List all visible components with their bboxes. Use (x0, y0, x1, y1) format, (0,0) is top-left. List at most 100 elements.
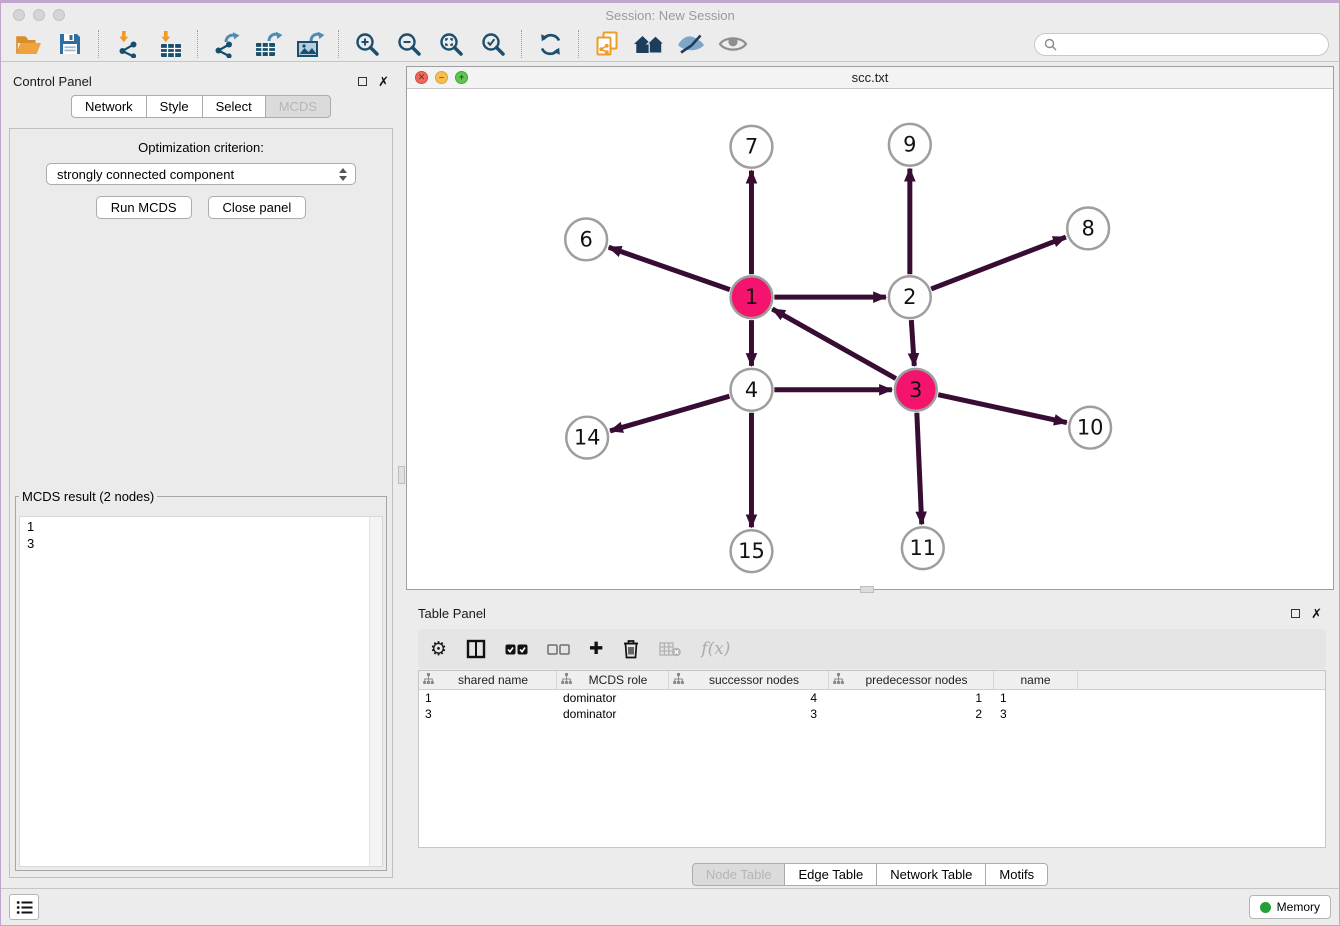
graph-edge-2-3[interactable] (911, 320, 914, 366)
float-panel-icon[interactable] (358, 77, 367, 86)
cell-predecessor-nodes[interactable]: 1 (829, 690, 994, 706)
canvas-resize-grip[interactable] (860, 586, 874, 593)
cell-shared-name[interactable]: 3 (419, 706, 557, 722)
tree-column-icon (561, 673, 572, 687)
tab-mcds[interactable]: MCDS (265, 95, 331, 118)
criterion-select[interactable]: strongly connected component (46, 163, 356, 185)
gear-icon[interactable]: ⚙ (430, 640, 447, 659)
optimization-label: Optimization criterion: (10, 140, 392, 155)
network-window-title: scc.txt (407, 70, 1333, 85)
double-home-icon (634, 33, 664, 55)
table-tab-motifs[interactable]: Motifs (985, 863, 1048, 886)
cell-name[interactable]: 3 (994, 706, 1078, 722)
column-header-predecessor-nodes[interactable]: predecessor nodes (829, 671, 994, 689)
zoom-fit-button[interactable] (430, 29, 472, 60)
clone-documents-icon (595, 31, 619, 57)
tab-network[interactable]: Network (71, 95, 147, 118)
cell-predecessor-nodes[interactable]: 2 (829, 706, 994, 722)
zoom-in-button[interactable] (346, 29, 388, 60)
run-mcds-button[interactable]: Run MCDS (96, 196, 192, 219)
table-toolbar: ⚙ ✚ f (418, 629, 1326, 669)
graph-edge-3-1[interactable] (772, 309, 896, 379)
export-network-button[interactable] (205, 29, 247, 60)
graph-edge-4-14[interactable] (610, 396, 729, 431)
select-stepper-icon (336, 168, 349, 181)
task-history-button[interactable] (9, 894, 39, 920)
titlebar: Session: New Session (1, 3, 1339, 27)
table-tab-node-table[interactable]: Node Table (692, 863, 786, 886)
column-label: shared name (434, 673, 556, 687)
show-view-button[interactable] (712, 29, 754, 60)
cell-successor-nodes[interactable]: 3 (669, 706, 829, 722)
graph-node-label: 14 (574, 426, 601, 450)
home-views-button[interactable] (628, 29, 670, 60)
panel-splitter-grip[interactable] (398, 466, 405, 484)
memory-status-icon (1260, 902, 1271, 913)
open-session-button[interactable] (7, 29, 49, 60)
close-panel-icon[interactable]: ✗ (378, 75, 389, 88)
close-panel-button[interactable]: Close panel (208, 196, 307, 219)
tree-column-icon (423, 673, 434, 687)
zoom-in-icon (354, 31, 380, 57)
export-network-icon (212, 31, 240, 58)
graph-edge-2-8[interactable] (931, 237, 1066, 289)
graph-edge-3-10[interactable] (938, 395, 1067, 423)
cell-mcds-role[interactable]: dominator (557, 690, 669, 706)
cell-shared-name[interactable]: 1 (419, 690, 557, 706)
zoom-selected-button[interactable] (472, 29, 514, 60)
graph-node-label: 10 (1077, 416, 1104, 440)
trash-icon[interactable] (622, 639, 640, 659)
search-input[interactable] (1062, 36, 1319, 53)
cell-successor-nodes[interactable]: 4 (669, 690, 829, 706)
deselect-all-icon[interactable] (547, 643, 570, 656)
cell-name[interactable]: 1 (994, 690, 1078, 706)
graph-edge-3-11[interactable] (917, 413, 922, 525)
search-icon (1044, 38, 1057, 51)
graph-node-label: 9 (903, 133, 916, 157)
mcds-result-legend: MCDS result (2 nodes) (19, 489, 157, 504)
import-table-button[interactable] (148, 29, 190, 60)
column-header-mcds-role[interactable]: MCDS role (557, 671, 669, 689)
refresh-button[interactable] (529, 29, 571, 60)
table-tab-network-table[interactable]: Network Table (876, 863, 986, 886)
zoom-out-button[interactable] (388, 29, 430, 60)
mcds-result-box: 13 (19, 516, 383, 867)
save-session-button[interactable] (49, 29, 91, 60)
hide-view-button[interactable] (670, 29, 712, 60)
graph-node-label: 11 (909, 536, 936, 560)
table-panel-header: Table Panel ✗ (406, 596, 1334, 626)
network-canvas[interactable]: 7968124314101511 (407, 89, 1333, 589)
memory-button[interactable]: Memory (1249, 895, 1331, 919)
network-close-button[interactable]: ✕ (415, 71, 428, 84)
graph-node-label: 1 (745, 285, 758, 309)
columns-icon[interactable] (466, 639, 486, 659)
zoom-selected-icon (480, 31, 506, 57)
column-header-successor-nodes[interactable]: successor nodes (669, 671, 829, 689)
table-panel-title: Table Panel (418, 606, 486, 621)
select-all-icon[interactable] (505, 643, 528, 656)
float-table-panel-icon[interactable] (1291, 609, 1300, 618)
network-minimize-button[interactable]: – (435, 71, 448, 84)
table-row[interactable]: 3dominator323 (419, 706, 1325, 722)
control-panel-title: Control Panel (13, 74, 92, 89)
clone-network-button[interactable] (586, 29, 628, 60)
table-row[interactable]: 1dominator411 (419, 690, 1325, 706)
export-image-button[interactable] (289, 29, 331, 60)
add-row-icon[interactable]: ✚ (589, 641, 603, 658)
table-tab-edge-table[interactable]: Edge Table (784, 863, 877, 886)
tab-select[interactable]: Select (202, 95, 266, 118)
import-network-button[interactable] (106, 29, 148, 60)
toolbar-separator (578, 30, 579, 58)
toolbar-separator (197, 30, 198, 58)
column-header-shared-name[interactable]: shared name (419, 671, 557, 689)
control-panel-header: Control Panel ✗ (1, 62, 401, 92)
column-header-name[interactable]: name (994, 671, 1078, 689)
graph-edge-1-6[interactable] (609, 247, 730, 289)
cell-mcds-role[interactable]: dominator (557, 706, 669, 722)
network-maximize-button[interactable]: + (455, 71, 468, 84)
export-table-button[interactable] (247, 29, 289, 60)
refresh-icon (538, 32, 563, 57)
close-table-panel-icon[interactable]: ✗ (1311, 607, 1322, 620)
tab-style[interactable]: Style (146, 95, 203, 118)
result-scrollbar[interactable] (369, 517, 382, 866)
